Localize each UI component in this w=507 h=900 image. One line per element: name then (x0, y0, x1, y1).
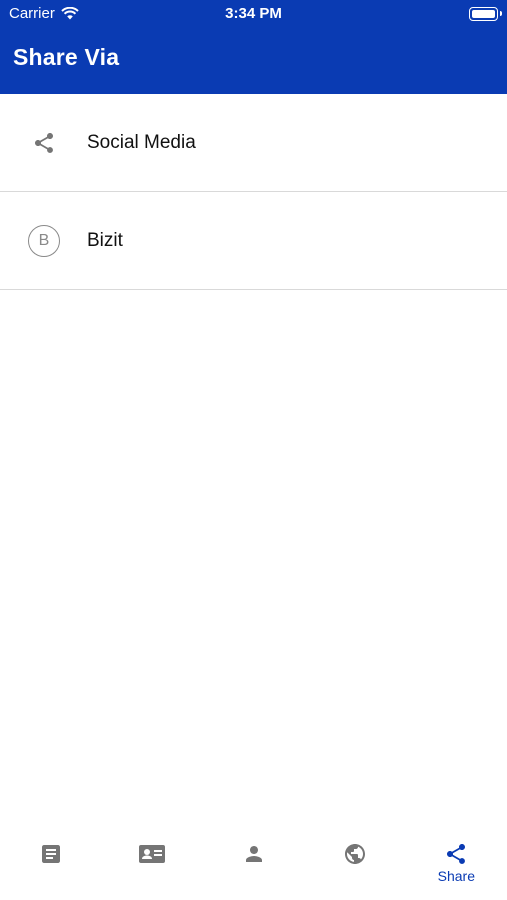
document-icon (41, 845, 60, 863)
share-options-list: Social Media B Bizit (0, 94, 507, 290)
share-option-label: Social Media (87, 131, 196, 153)
b-circle-icon: B (26, 223, 62, 259)
bottom-tab-bar: Share (0, 828, 507, 900)
status-bar: Carrier 3:34 PM (0, 0, 507, 28)
tab-share-label: Share (437, 868, 475, 884)
share-option-social-media[interactable]: Social Media (0, 94, 507, 192)
contact-card-icon (139, 845, 166, 863)
status-time: 3:34 PM (225, 5, 282, 22)
app-bar: Carrier 3:34 PM Share Via (0, 0, 507, 94)
tab-web[interactable] (304, 828, 405, 900)
share-option-label: Bizit (87, 229, 123, 251)
person-icon (245, 846, 262, 862)
share-icon (26, 125, 62, 161)
tab-contact-card[interactable] (101, 828, 202, 900)
share-icon (447, 844, 466, 864)
battery-icon (469, 7, 502, 21)
tab-documents[interactable] (0, 828, 101, 900)
b-circle-letter: B (28, 224, 60, 257)
tab-share[interactable]: Share (406, 828, 507, 900)
share-option-bizit[interactable]: B Bizit (0, 192, 507, 290)
globe-icon (344, 844, 365, 864)
tab-profile[interactable] (203, 828, 304, 900)
page-title: Share Via (13, 44, 120, 70)
